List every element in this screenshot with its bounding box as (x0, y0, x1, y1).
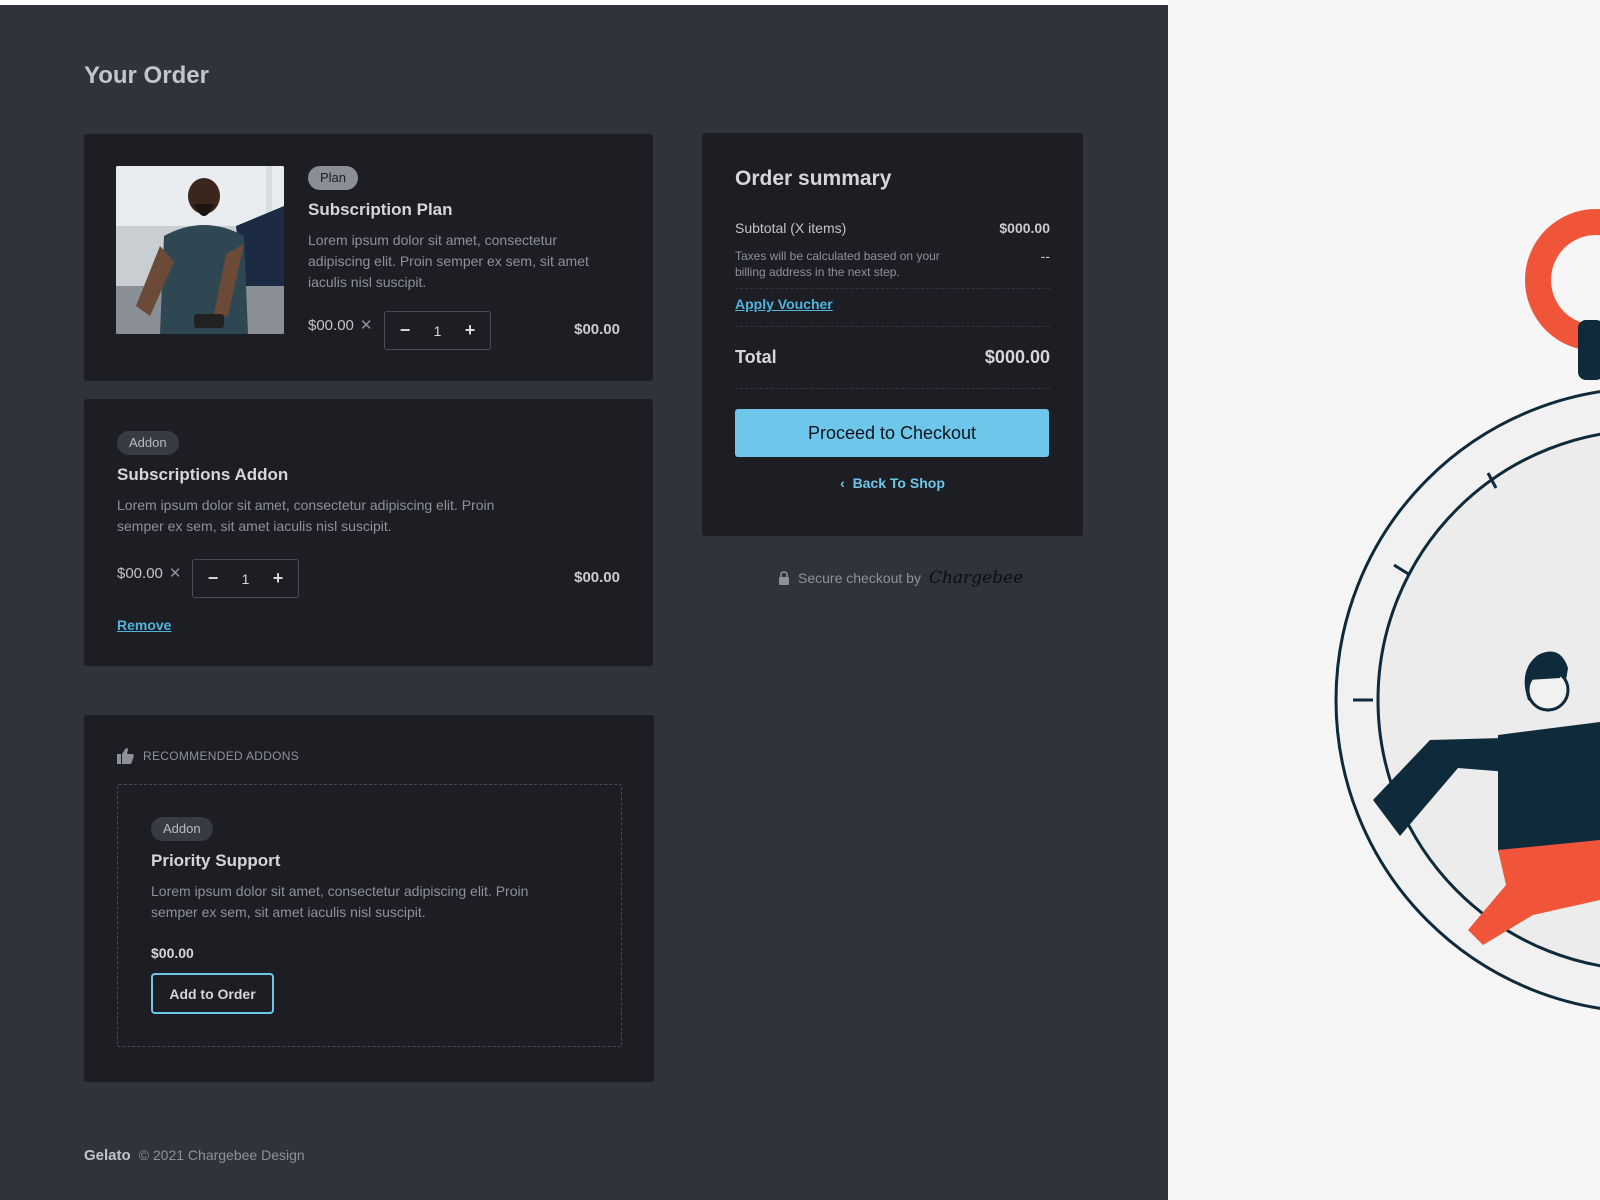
addon-quantity-value[interactable]: 1 (242, 571, 250, 587)
product-image (116, 166, 284, 334)
recommended-heading-label: RECOMMENDED ADDONS (143, 749, 300, 763)
secure-checkout-text: Secure checkout by (798, 570, 921, 586)
plan-description: Lorem ipsum dolor sit amet, consectetur … (308, 232, 589, 290)
addon-quantity-stepper[interactable]: − 1 + (192, 559, 299, 598)
apply-voucher-link[interactable]: Apply Voucher (735, 296, 833, 312)
total-value: $000.00 (984, 347, 1050, 367)
chargebee-logo: Chargebee (928, 568, 1024, 588)
addon-unit-price-value: $00.00 (117, 564, 163, 582)
plan-unit-price-value: $00.00 (308, 316, 354, 334)
total-label: Total (735, 347, 777, 367)
tax-row: Taxes will be calculated based on your b… (735, 248, 1050, 280)
back-to-shop-link[interactable]: ‹ Back To Shop (702, 475, 1083, 491)
footer-brand: Gelato (84, 1147, 131, 1164)
minus-icon[interactable]: − (203, 568, 223, 589)
tax-note: Taxes will be calculated based on your b… (735, 249, 940, 279)
close-icon: ✕ (168, 565, 182, 582)
checkout-panel: Your Order Plan Subscription Plan Lorem … (0, 5, 1168, 1200)
plan-item-card: Plan Subscription Plan Lorem ipsum dolor… (84, 134, 653, 381)
recommended-price: $00.00 (151, 945, 194, 961)
subtotal-value: $000.00 (999, 220, 1050, 236)
thumbs-up-icon (117, 748, 134, 764)
recommended-heading: RECOMMENDED ADDONS (117, 748, 299, 764)
recommended-addon-item: Addon Priority Support Lorem ipsum dolor… (117, 784, 622, 1047)
minus-icon[interactable]: − (395, 320, 415, 341)
plan-line-total: $00.00 (574, 321, 620, 338)
add-to-order-button[interactable]: Add to Order (151, 973, 274, 1014)
addon-item-card: Addon Subscriptions Addon Lorem ipsum do… (84, 399, 653, 666)
total-row: Total $000.00 (735, 347, 1050, 368)
recommended-description: Lorem ipsum dolor sit amet, consectetur … (151, 883, 529, 920)
divider (735, 326, 1050, 327)
page-title: Your Order (84, 62, 209, 89)
recommended-badge: Addon (151, 817, 213, 841)
addon-description: Lorem ipsum dolor sit amet, consectetur … (117, 497, 495, 534)
proceed-to-checkout-button[interactable]: Proceed to Checkout (735, 409, 1049, 457)
subtotal-label: Subtotal (X items) (735, 220, 847, 236)
plan-badge: Plan (308, 166, 359, 190)
stopwatch-illustration (1168, 0, 1600, 1200)
back-to-shop-label[interactable]: Back To Shop (853, 475, 945, 491)
plan-quantity-value[interactable]: 1 (434, 323, 442, 339)
chevron-left-icon: ‹ (840, 475, 845, 491)
addon-unit-price: $00.00 ✕ (117, 564, 182, 583)
addon-line-total: $00.00 (574, 569, 620, 586)
secure-checkout: Secure checkout by Chargebee (778, 568, 1023, 588)
addon-badge: Addon (117, 431, 179, 455)
divider (735, 288, 1050, 289)
divider (735, 388, 1050, 389)
footer: Gelato © 2021 Chargebee Design (84, 1147, 305, 1164)
recommended-addons-card: RECOMMENDED ADDONS Addon Priority Suppor… (84, 715, 654, 1082)
recommended-title: Priority Support (151, 851, 281, 870)
subtotal-row: Subtotal (X items) $000.00 (735, 220, 1050, 236)
remove-link[interactable]: Remove (117, 617, 171, 633)
plus-icon[interactable]: + (460, 320, 480, 341)
order-summary-title: Order summary (735, 167, 892, 190)
tax-value: -- (1040, 248, 1050, 264)
addon-title: Subscriptions Addon (117, 465, 289, 484)
close-icon: ✕ (359, 317, 373, 334)
order-summary-card: Order summary Subtotal (X items) $000.00… (702, 133, 1083, 536)
plus-icon[interactable]: + (268, 568, 288, 589)
plan-quantity-stepper[interactable]: − 1 + (384, 311, 491, 350)
lock-icon (779, 571, 789, 585)
footer-copyright: © 2021 Chargebee Design (138, 1147, 305, 1163)
plan-title: Subscription Plan (308, 200, 453, 219)
plan-unit-price: $00.00 ✕ (308, 316, 373, 335)
